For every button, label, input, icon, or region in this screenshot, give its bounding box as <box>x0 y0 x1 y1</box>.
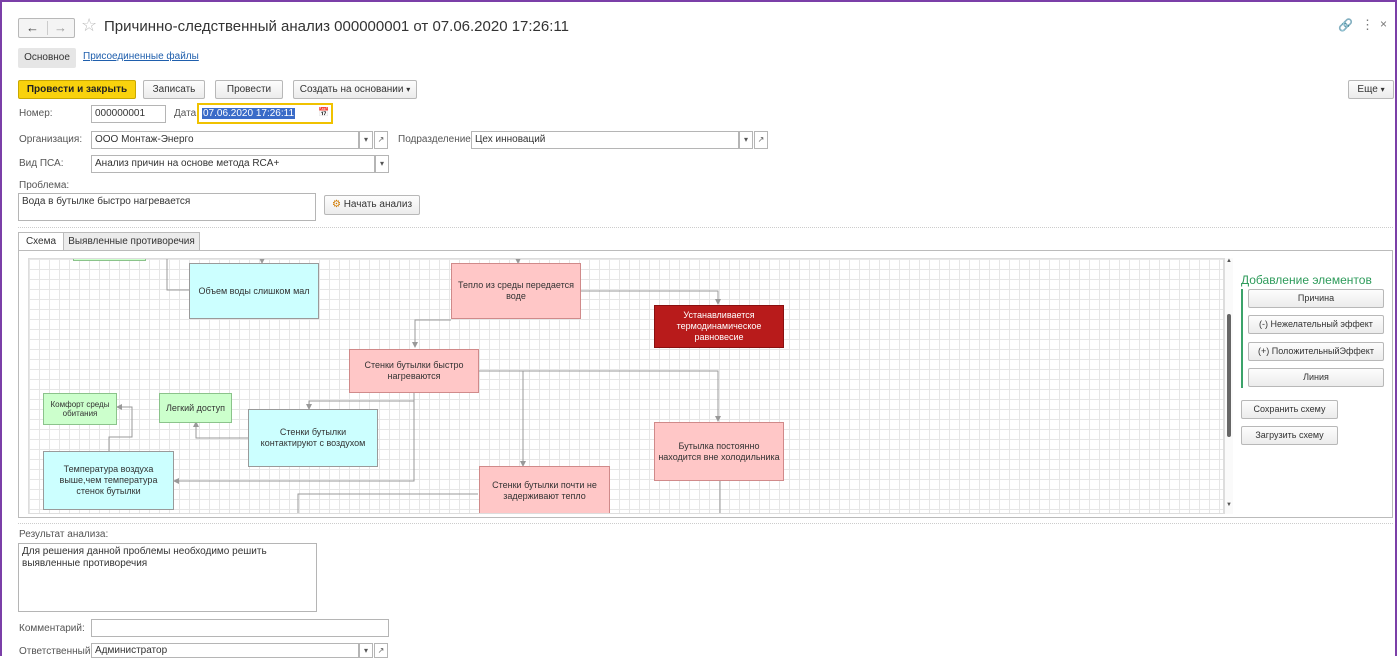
forward-icon[interactable]: → <box>54 20 67 35</box>
negative-effect-button[interactable]: (-) Нежелательный эффект <box>1248 315 1384 334</box>
comment-field[interactable] <box>91 619 389 637</box>
add-elements-title: Добавление элементов <box>1241 273 1372 287</box>
kind-field[interactable]: Анализ причин на основе метода RCA+ <box>91 155 375 173</box>
line-button[interactable]: Линия <box>1248 368 1384 387</box>
dept-dropdown-icon[interactable]: ▾ <box>739 131 753 149</box>
load-scheme-button[interactable]: Загрузить схему <box>1241 426 1338 445</box>
diagram-node-walls-no-hold[interactable]: Стенки бутылки почти не задерживают тепл… <box>479 466 610 513</box>
create-based-on-button[interactable]: Создать на основании ▾ <box>293 80 417 99</box>
tab-attached-files[interactable]: Присоединенные файлы <box>83 51 199 62</box>
dept-field[interactable]: Цех инноваций <box>471 131 739 149</box>
dropdown-arrow-icon: ▾ <box>406 85 411 94</box>
post-button[interactable]: Провести <box>215 80 283 99</box>
link-icon[interactable]: 🔗 <box>1338 18 1353 32</box>
window-title: Причинно-следственный анализ 000000001 о… <box>104 18 569 35</box>
save-button[interactable]: Записать <box>143 80 205 99</box>
start-analysis-button[interactable]: ⚙ Начать анализ <box>324 195 420 215</box>
tab-main[interactable]: Основное <box>18 48 76 68</box>
responsible-label: Ответственный: <box>19 646 94 657</box>
result-field[interactable]: Для решения данной проблемы необходимо р… <box>18 543 317 612</box>
post-and-close-button[interactable]: Провести и закрыть <box>18 80 136 99</box>
scroll-down-icon[interactable]: ▼ <box>1226 502 1232 508</box>
dept-open-icon[interactable]: ↗ <box>754 131 768 149</box>
date-label: Дата: <box>174 108 199 119</box>
calendar-icon[interactable]: 📅 <box>318 107 329 118</box>
kind-label: Вид ПСА: <box>19 158 64 169</box>
diagram-node-walls-air[interactable]: Стенки бутылки контактируют с воздухом <box>248 409 378 467</box>
org-label: Организация: <box>19 134 83 145</box>
org-dropdown-icon[interactable]: ▾ <box>359 131 373 149</box>
diagram-node-volume-small[interactable]: Объем воды слишком мал <box>189 263 319 319</box>
diagram-canvas[interactable]: Объем воды слишком мал Тепло из среды пе… <box>28 258 1224 514</box>
analysis-icon: ⚙ <box>331 199 341 210</box>
back-icon[interactable]: ← <box>26 20 39 35</box>
more-vert-icon[interactable]: ⋮ <box>1361 17 1374 33</box>
star-icon[interactable]: ☆ <box>81 15 97 36</box>
cause-button[interactable]: Причина <box>1248 289 1384 308</box>
tab-contradictions[interactable]: Выявленные противоречия <box>63 232 200 251</box>
comment-label: Комментарий: <box>19 623 85 634</box>
problem-label: Проблема: <box>19 180 70 191</box>
kind-dropdown-icon[interactable]: ▾ <box>375 155 389 173</box>
number-label: Номер: <box>19 108 53 119</box>
dropdown-arrow-icon: ▾ <box>1380 85 1385 94</box>
nav-buttons: ← → <box>18 18 75 38</box>
diagram-node-comfort[interactable]: Комфорт среды обитания <box>43 393 117 425</box>
problem-field[interactable]: Вода в бутылке быстро нагревается <box>18 193 316 221</box>
more-button[interactable]: Еще ▾ <box>1348 80 1394 99</box>
diagram-scrollbar[interactable]: ▲ ▼ <box>1224 258 1233 514</box>
result-label: Результат анализа: <box>19 529 109 540</box>
close-icon[interactable]: × <box>1380 17 1387 31</box>
divider <box>18 523 1393 524</box>
number-field[interactable]: 000000001 <box>91 105 166 123</box>
scrollbar-thumb[interactable] <box>1227 314 1231 437</box>
org-open-icon[interactable]: ↗ <box>374 131 388 149</box>
tab-scheme[interactable]: Схема <box>18 232 64 251</box>
diagram-node-easy-access[interactable]: Легкий доступ <box>159 393 232 423</box>
save-scheme-button[interactable]: Сохранить схему <box>1241 400 1338 419</box>
dept-label: Подразделение: <box>398 134 474 145</box>
diagram-node-air-temp[interactable]: Температура воздуха выше,чем температура… <box>43 451 174 510</box>
diagram-node-out-fridge[interactable]: Бутылка постоянно находится вне холодиль… <box>654 422 784 481</box>
diagram-node-top-green[interactable] <box>73 259 146 261</box>
divider <box>18 227 1393 228</box>
add-elements-bar <box>1241 289 1243 388</box>
diagram-node-equilibrium[interactable]: Устанавливается термодинамическое равнов… <box>654 305 784 348</box>
diagram-node-heat-transfer[interactable]: Тепло из среды передается воде <box>451 263 581 319</box>
diagram-node-walls-heat[interactable]: Стенки бутылки быстро нагреваются <box>349 349 479 393</box>
org-field[interactable]: ООО Монтаж-Энерго <box>91 131 359 149</box>
scroll-up-icon[interactable]: ▲ <box>1226 258 1232 264</box>
date-field[interactable]: 07.06.2020 17:26:11 <box>197 103 333 124</box>
positive-effect-button[interactable]: (+) ПоложительныйЭффект <box>1248 342 1384 361</box>
